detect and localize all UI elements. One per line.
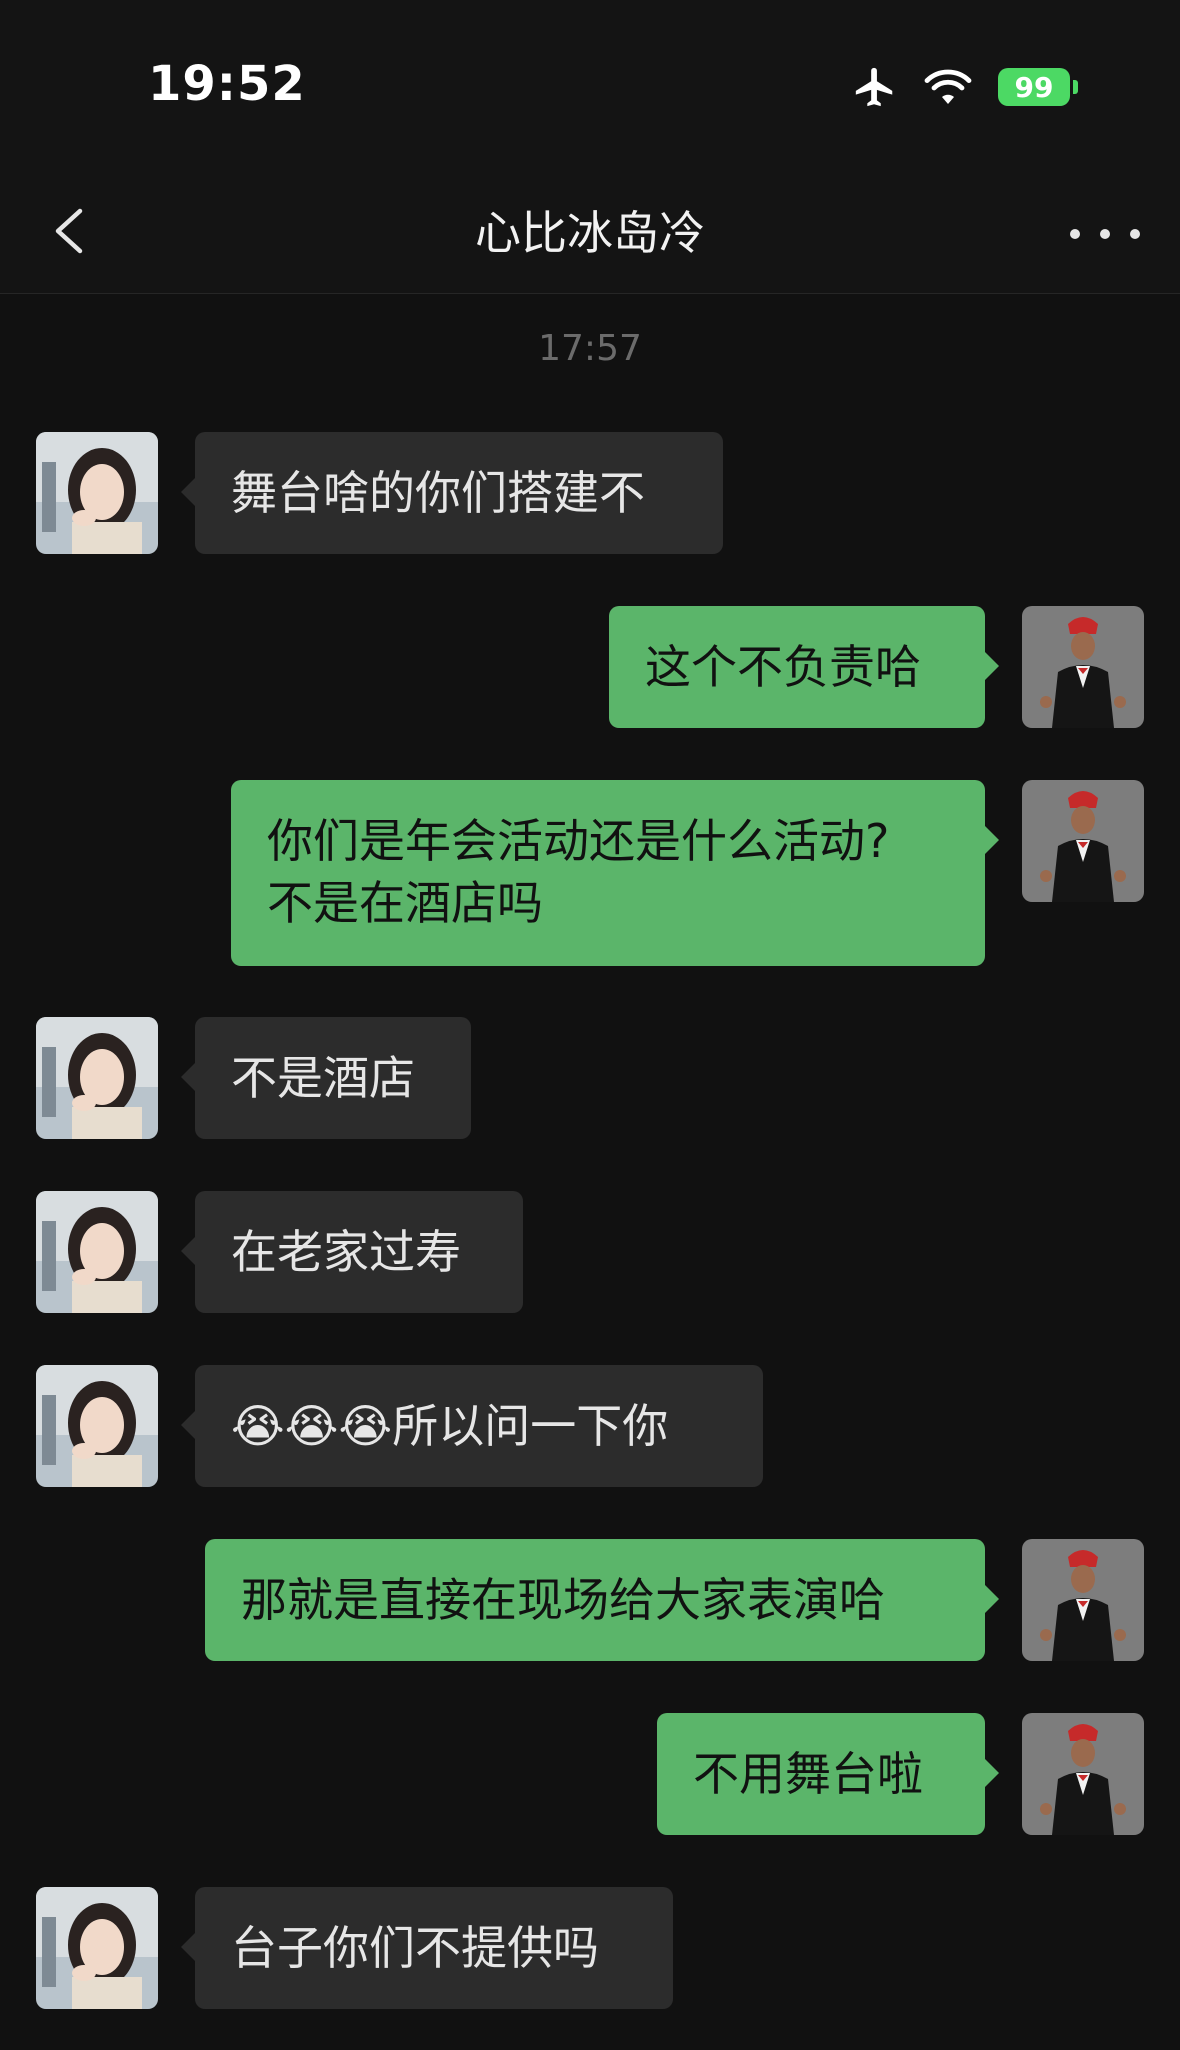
message-bubble[interactable]: 不用舞台啦 [657,1713,999,1835]
my-avatar[interactable] [1022,606,1144,728]
chat-title: 心比冰岛冷 [475,206,705,260]
more-dot [1100,229,1110,239]
contact-avatar[interactable] [36,1365,158,1487]
message-bubble[interactable]: 你们是年会活动还是什么活动? 不是在酒店吗 [231,780,999,966]
my-avatar[interactable] [1022,780,1144,902]
more-options-button[interactable] [1070,209,1140,259]
chat-header: 心比冰岛冷 [0,175,1180,294]
wifi-icon [924,69,972,104]
message-bubble[interactable]: 台子你们不提供吗 [181,1887,673,2009]
message-bubble[interactable]: 不是酒店 [181,1017,471,1139]
message-bubble[interactable]: 那就是直接在现场给大家表演哈 [205,1539,999,1661]
my-avatar[interactable] [1022,1539,1144,1661]
message-bubble[interactable]: 舞台啥的你们搭建不 [181,432,723,554]
battery-level: 99 [1014,70,1054,104]
more-dot [1070,229,1080,239]
airplane-icon [855,67,893,107]
battery-indicator: 99 [998,68,1078,106]
message-timestamp: 17:57 [538,328,642,369]
contact-avatar[interactable] [36,1017,158,1139]
my-avatar[interactable] [1022,1713,1144,1835]
more-dot [1130,229,1140,239]
contact-avatar[interactable] [36,432,158,554]
message-bubble[interactable]: 这个不负责哈 [609,606,999,728]
status-bar: 19:52 99 [0,0,1180,175]
message-bubble[interactable]: 😭😭😭所以问一下你 [181,1365,763,1487]
contact-avatar[interactable] [36,1887,158,2009]
status-icons: 99 [852,64,1078,110]
status-time: 19:52 [148,56,306,112]
message-bubble[interactable]: 在老家过寿 [181,1191,523,1313]
contact-avatar[interactable] [36,1191,158,1313]
